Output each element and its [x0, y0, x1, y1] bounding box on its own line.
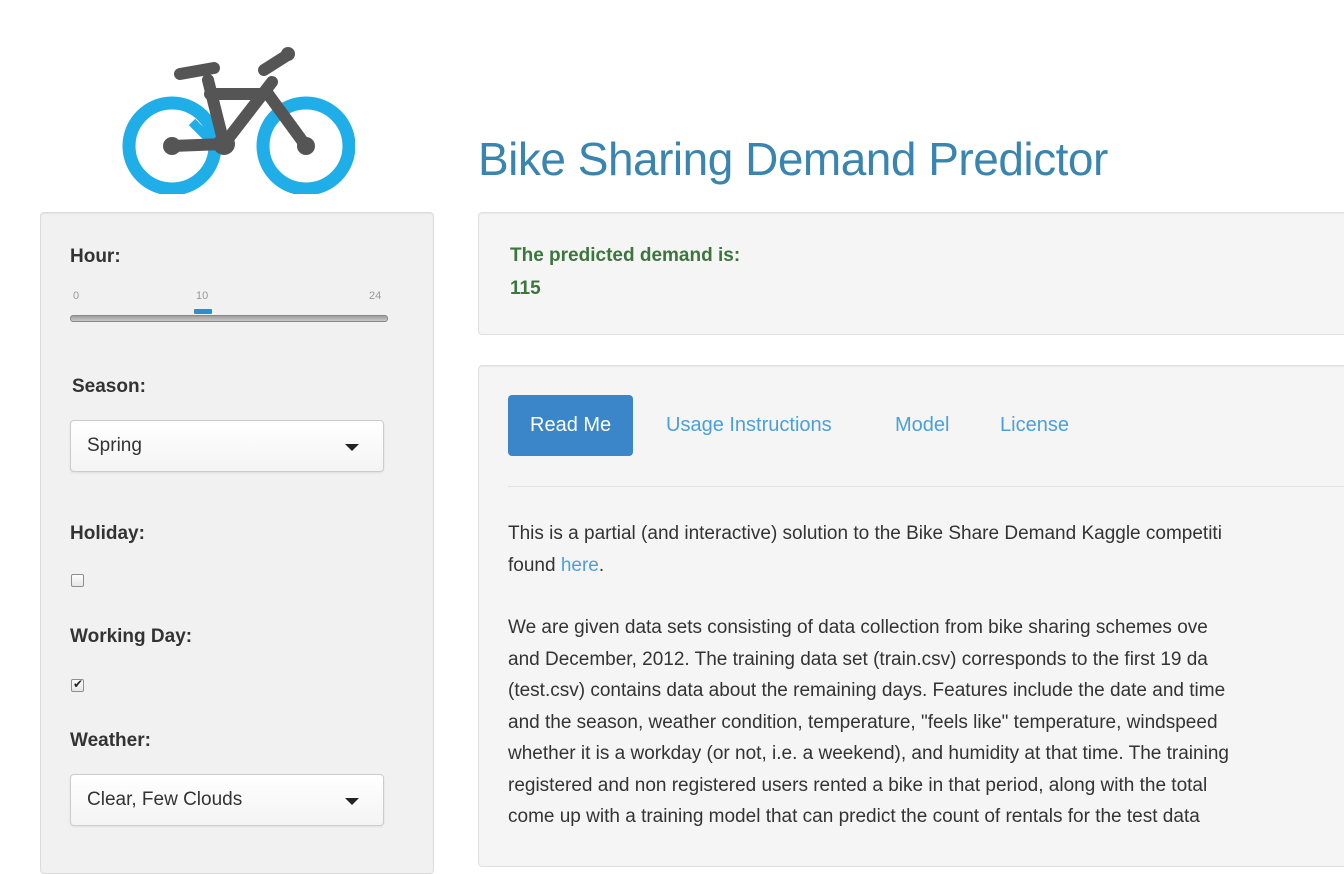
working-day-label: Working Day: — [70, 626, 193, 647]
tab-usage-instructions[interactable]: Usage Instructions — [666, 395, 832, 456]
readme-paragraph-1: This is a partial (and interactive) solu… — [508, 518, 1344, 581]
season-label: Season: — [72, 376, 146, 397]
tab-model[interactable]: Model — [895, 395, 949, 456]
season-select-value: Spring — [87, 435, 142, 456]
holiday-label: Holiday: — [70, 523, 145, 544]
hour-slider-value: 10 — [196, 290, 209, 302]
season-select[interactable]: Spring — [70, 420, 384, 472]
page-title: Bike Sharing Demand Predictor — [478, 133, 1108, 185]
weather-label: Weather: — [70, 730, 151, 751]
readme-line: and December, 2012. The training data se… — [508, 648, 1208, 670]
chevron-down-icon — [345, 444, 359, 451]
hour-slider-min: 0 — [73, 290, 80, 302]
bicycle-icon — [122, 47, 355, 194]
readme-line: and the season, weather condition, tempe… — [508, 711, 1218, 733]
tab-divider — [508, 486, 1344, 487]
holiday-checkbox[interactable] — [71, 574, 84, 587]
prediction-value: 115 — [510, 278, 541, 299]
readme-line: registered and non registered users rent… — [508, 774, 1208, 796]
checkmark-icon: ✔ — [73, 677, 84, 691]
hour-label: Hour: — [70, 246, 121, 267]
hour-slider[interactable] — [70, 315, 388, 322]
prediction-label: The predicted demand is: — [510, 245, 741, 266]
hour-slider-handle[interactable] — [194, 309, 212, 314]
working-day-checkbox[interactable]: ✔ — [71, 677, 84, 692]
readme-paragraph-2: We are given data sets consisting of dat… — [508, 612, 1344, 833]
tab-read-me[interactable]: Read Me — [508, 395, 634, 456]
kaggle-link[interactable]: here — [561, 555, 599, 576]
readme-line: found here. — [508, 554, 605, 576]
tab-license[interactable]: License — [1000, 395, 1069, 456]
readme-line: This is a partial (and interactive) solu… — [508, 523, 1222, 544]
readme-line: (test.csv) contains data about the remai… — [508, 680, 1226, 701]
weather-select[interactable]: Clear, Few Clouds — [70, 774, 384, 826]
readme-line: come up with a training model that can p… — [508, 806, 1200, 827]
readme-line: We are given data sets consisting of dat… — [508, 617, 1208, 638]
readme-line: whether it is a workday (or not, i.e. a … — [508, 743, 1229, 764]
prediction-panel — [478, 212, 1344, 335]
weather-select-value: Clear, Few Clouds — [87, 789, 243, 810]
chevron-down-icon — [345, 798, 359, 805]
hour-slider-max: 24 — [369, 290, 382, 302]
